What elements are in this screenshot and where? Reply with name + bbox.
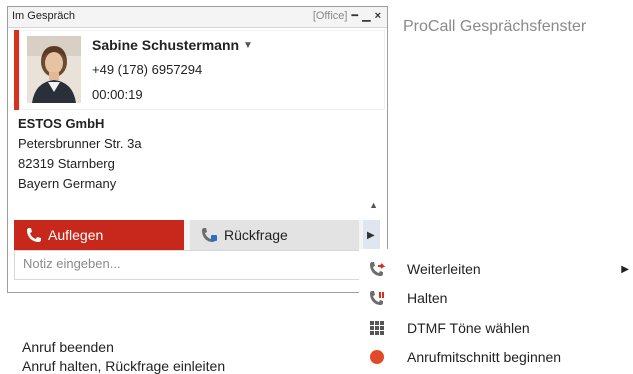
- address-city: 82319 Starnberg: [18, 156, 115, 171]
- address-street: Petersbrunner Str. 3a: [18, 136, 142, 151]
- forward-icon: [367, 259, 387, 279]
- consult-button[interactable]: Rückfrage: [190, 220, 359, 250]
- submenu-arrow-icon: ▶: [621, 263, 629, 275]
- avatar: [27, 36, 81, 103]
- window-caption: ProCall Gesprächsfenster: [403, 18, 587, 35]
- call-window: Im Gespräch [Office] ━ ▁ × Sabine Schust…: [7, 6, 388, 293]
- menu-item-dtmf[interactable]: DTMF Töne wählen: [359, 313, 633, 343]
- scroll-up-icon[interactable]: ▲: [369, 200, 378, 210]
- chevron-right-icon: ▶: [367, 229, 375, 241]
- address-region: Bayern Germany: [18, 176, 117, 191]
- hangup-label: Auflegen: [48, 227, 104, 243]
- call-duration: 00:00:19: [92, 87, 143, 102]
- menu-item-label: Anrufmitschnitt beginnen: [407, 349, 562, 365]
- office-tag: [Office]: [312, 10, 348, 22]
- hangup-phone-icon: [27, 228, 41, 242]
- contact-name: Sabine Schustermann: [92, 37, 240, 53]
- consult-label: Rückfrage: [224, 227, 288, 243]
- menu-item-forward[interactable]: Weiterleiten ▶: [359, 254, 633, 284]
- menu-item-label: Halten: [407, 290, 448, 306]
- call-action-bar: Auflegen Rückfrage ▶: [14, 220, 380, 250]
- contact-phone: +49 (178) 6957294: [92, 62, 203, 77]
- dtmf-keypad-icon: [367, 318, 387, 338]
- menu-item-hold[interactable]: Halten: [359, 283, 633, 313]
- record-icon: [367, 347, 387, 367]
- business-card: ESTOS GmbH Petersbrunner Str. 3a 82319 S…: [14, 110, 380, 214]
- window-title: Im Gespräch: [12, 10, 75, 22]
- description-hangup: Anruf beenden: [22, 339, 114, 355]
- minimize-icon[interactable]: ▁: [362, 10, 370, 22]
- chevron-down-icon[interactable]: ▼: [243, 40, 253, 51]
- description-consult: Anruf halten, Rückfrage einleiten: [22, 358, 226, 374]
- more-actions-menu: Weiterleiten ▶ Halten DTMF Töne wählen A…: [359, 249, 633, 374]
- pin-icon[interactable]: ━: [351, 10, 358, 22]
- menu-item-record[interactable]: Anrufmitschnitt beginnen: [359, 342, 633, 372]
- more-actions-button[interactable]: ▶: [363, 220, 380, 250]
- hangup-button[interactable]: Auflegen: [14, 220, 184, 250]
- contact-name-row[interactable]: Sabine Schustermann ▼: [92, 37, 253, 53]
- hold-icon: [367, 288, 387, 308]
- note-input[interactable]: Notiz eingeben...: [14, 250, 380, 280]
- contact-panel: Sabine Schustermann ▼ +49 (178) 6957294 …: [14, 30, 385, 110]
- company-name: ESTOS GmbH: [18, 116, 105, 131]
- menu-item-label: Weiterleiten: [407, 261, 481, 277]
- menu-item-label: DTMF Töne wählen: [407, 320, 530, 336]
- window-controls: [Office] ━ ▁ ×: [313, 10, 381, 22]
- window-titlebar[interactable]: Im Gespräch [Office] ━ ▁ ×: [8, 7, 387, 28]
- consult-phone-icon: [202, 228, 217, 242]
- close-icon[interactable]: ×: [375, 10, 381, 22]
